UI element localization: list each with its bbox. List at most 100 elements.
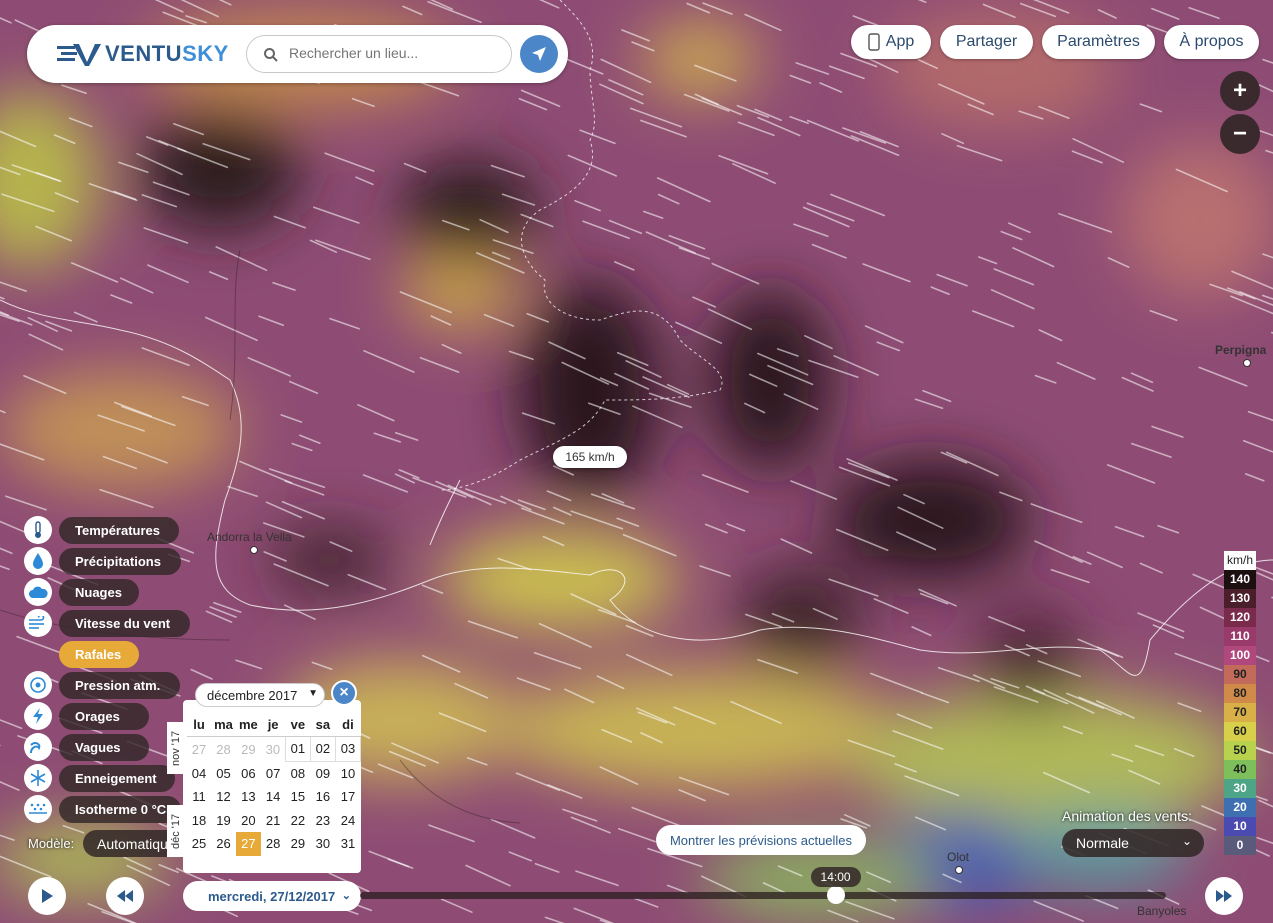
calendar-day[interactable]: 20 (236, 809, 261, 833)
calendar-day[interactable]: 25 (187, 832, 211, 856)
timeline-track[interactable] (360, 892, 1166, 899)
lightning-icon[interactable] (24, 702, 52, 730)
drop-icon[interactable] (24, 547, 52, 575)
calendar-day[interactable]: 14 (261, 785, 286, 809)
calendar-day[interactable]: 15 (285, 785, 310, 809)
calendar-day[interactable]: 04 (187, 761, 211, 785)
pressure-icon[interactable] (24, 671, 52, 699)
layer-orages[interactable]: Orages (59, 703, 149, 730)
search-input[interactable] (287, 44, 501, 62)
calendar-day[interactable]: 13 (236, 785, 261, 809)
month-select-label: décembre 2017 (207, 687, 298, 703)
place-andorra-marker[interactable] (250, 546, 258, 554)
ventusky-logo[interactable]: VENTUSKY (57, 41, 229, 67)
calendar-day[interactable]: 27 (235, 832, 261, 856)
layer-vitesse-du-vent[interactable]: Vitesse du vent (59, 610, 190, 637)
place-olot-marker[interactable] (955, 866, 963, 874)
waves-icon[interactable] (24, 733, 52, 761)
place-perpignan-marker[interactable] (1243, 359, 1251, 367)
app-button[interactable]: App (851, 25, 931, 59)
calendar-day[interactable]: 18 (187, 809, 211, 833)
search-icon (264, 48, 278, 62)
layer-temp-ratures[interactable]: Températures (59, 517, 179, 544)
layer-nuages[interactable]: Nuages (59, 579, 139, 606)
step-forward-button[interactable] (1205, 877, 1243, 915)
calendar-day[interactable]: 08 (285, 761, 310, 785)
calendar-day[interactable]: 10 (335, 761, 360, 785)
calendar-close-button[interactable]: × (331, 680, 357, 706)
cloud-icon[interactable] (24, 578, 52, 606)
date-selector[interactable]: mercredi, 27/12/2017 ⌄ (183, 881, 361, 911)
layer-pression-atm[interactable]: Pression atm. (59, 672, 180, 699)
locate-button[interactable] (520, 35, 558, 73)
calendar-day[interactable]: 16 (310, 785, 335, 809)
layer-enneigement[interactable]: Enneigement (59, 765, 175, 792)
calendar-day[interactable]: 28 (211, 737, 236, 762)
animation-select[interactable]: Normale ⌄ (1062, 829, 1204, 857)
layer-pr-cipitations[interactable]: Précipitations (59, 548, 181, 575)
legend-step: 40 (1224, 760, 1256, 779)
place-perpignan[interactable]: Perpigna (1215, 343, 1266, 357)
place-banyoles[interactable]: Banyoles (1137, 904, 1186, 918)
calendar-day[interactable]: 27 (187, 737, 211, 762)
calendar-day[interactable]: 09 (310, 761, 335, 785)
brand-name: VENTUSKY (105, 41, 229, 66)
calendar-day[interactable]: 22 (285, 809, 310, 833)
legend-step: 110 (1224, 627, 1256, 646)
calendar-day[interactable]: 28 (261, 832, 286, 856)
calendar-day[interactable]: 11 (187, 785, 211, 809)
calendar-day[interactable]: 29 (236, 737, 261, 762)
legend-step: 70 (1224, 703, 1256, 722)
thermometer-icon[interactable] (24, 516, 52, 544)
calendar-day[interactable]: 12 (211, 785, 236, 809)
layer-isotherme-0-c[interactable]: Isotherme 0 °C (59, 796, 181, 823)
calendar-day[interactable]: 02 (309, 736, 336, 762)
weekday-header: lu (187, 712, 212, 737)
calendar-day[interactable]: 19 (211, 809, 236, 833)
play-button[interactable] (28, 877, 66, 915)
month-select[interactable]: décembre 2017 ▼ (195, 683, 325, 707)
calendar-day[interactable]: 03 (334, 736, 361, 762)
calendar-day[interactable]: 07 (261, 761, 286, 785)
wind-icon[interactable] (24, 609, 52, 637)
share-button[interactable]: Partager (940, 25, 1033, 59)
top-search-panel: VENTUSKY (27, 25, 568, 83)
legend-step: 140 (1224, 570, 1256, 589)
animation-value: Normale (1076, 835, 1129, 851)
wind-speed-label: 165 km/h (553, 446, 627, 468)
weekday-header: me (235, 712, 261, 737)
snowflake-icon[interactable] (24, 764, 52, 792)
fast-forward-icon (1216, 890, 1232, 902)
chevron-down-icon: ⌄ (341, 890, 351, 902)
calendar-day[interactable]: 31 (335, 832, 360, 856)
step-back-button[interactable] (106, 877, 144, 915)
layer-rafales[interactable]: Rafales (59, 641, 139, 668)
calendar-day[interactable]: 23 (310, 809, 335, 833)
weekday-header: ve (285, 712, 311, 737)
isotherm-icon[interactable] (24, 795, 52, 823)
timeline-thumb[interactable] (826, 886, 845, 904)
animation-label: Animation des vents: (1062, 808, 1192, 824)
settings-button[interactable]: Paramètres (1042, 25, 1155, 59)
calendar-day[interactable]: 30 (310, 832, 335, 856)
zoom-in-button[interactable]: + (1220, 71, 1260, 111)
calendar-day[interactable]: 06 (236, 761, 261, 785)
about-button[interactable]: À propos (1164, 25, 1259, 59)
zoom-out-button[interactable]: − (1220, 114, 1260, 154)
calendar-day[interactable]: 05 (211, 761, 236, 785)
calendar-day[interactable]: 17 (335, 785, 360, 809)
calendar-day[interactable]: 21 (261, 809, 286, 833)
calendar-day[interactable]: 29 (285, 832, 310, 856)
search-field[interactable] (246, 35, 512, 73)
calendar-day[interactable]: 01 (284, 736, 311, 762)
show-current-forecast-button[interactable]: Montrer les prévisions actuelles (656, 825, 866, 855)
logo-mark-icon (57, 44, 101, 66)
calendar-day[interactable]: 24 (335, 809, 360, 833)
dropdown-arrow-icon: ▼ (308, 688, 318, 699)
layer-vagues[interactable]: Vagues (59, 734, 149, 761)
legend-step: 20 (1224, 798, 1256, 817)
place-andorra[interactable]: Andorra la Vella (207, 530, 292, 544)
place-olot[interactable]: Olot (947, 850, 969, 864)
calendar-day[interactable]: 26 (211, 832, 236, 856)
calendar-day[interactable]: 30 (261, 737, 286, 762)
